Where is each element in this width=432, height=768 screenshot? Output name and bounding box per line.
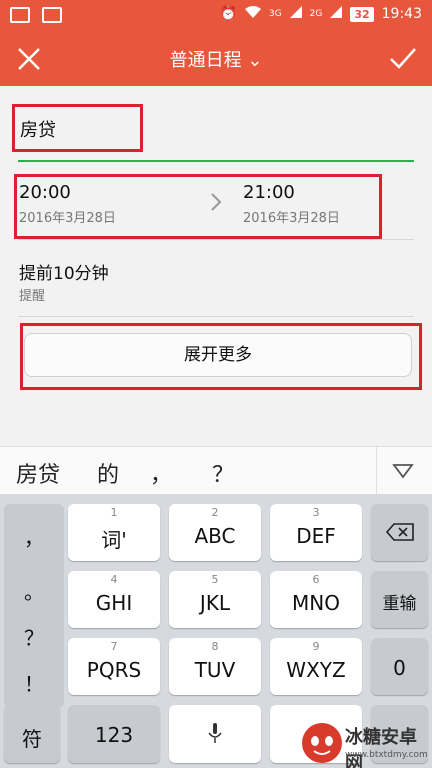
key-number: 8 [211, 640, 219, 653]
zero-key[interactable]: 0 [371, 638, 428, 695]
key-label: TUV [194, 658, 236, 682]
subject-highlight-box [12, 104, 143, 152]
alarm-icon: ⏰ [219, 6, 237, 22]
key-4[interactable]: 4 GHI [68, 571, 160, 628]
signal-icon-1 [289, 6, 302, 22]
key-2[interactable]: 2 ABC [169, 504, 261, 561]
status-left [10, 7, 62, 23]
key-number: 5 [211, 573, 219, 586]
key-1[interactable]: 1 词' [68, 504, 160, 561]
reenter-key[interactable]: 重输 [371, 571, 428, 628]
punct-exclaim[interactable]: ！ [4, 668, 64, 697]
candidate-divider [376, 447, 377, 495]
divider [18, 239, 414, 240]
key-number: 7 [110, 640, 118, 653]
key-number: 4 [110, 573, 118, 586]
status-bar: ⏰ 3G 2G 32 19:43 [0, 0, 432, 32]
punct-question[interactable]: ？ [4, 622, 64, 651]
image-status-icon [42, 7, 62, 23]
key-label: ABC [194, 524, 236, 548]
key-label: PQRS [86, 658, 142, 682]
key-label: MNO [292, 591, 340, 615]
key-label: 符 [22, 727, 42, 751]
candidate-word[interactable]: ， [150, 457, 172, 489]
network-3g: 3G [268, 9, 282, 19]
clock: 19:43 [381, 6, 422, 22]
key-number: 2 [211, 506, 219, 519]
key-label: 0 [393, 656, 406, 680]
network-2g: 2G [309, 9, 323, 19]
key-label: 重输 [382, 594, 417, 614]
key-label: 词' [101, 528, 127, 552]
event-type-selector[interactable]: 普通日程 ⌄ [0, 46, 432, 72]
key-label: GHI [95, 591, 133, 615]
key-label: JKL [199, 591, 231, 615]
keyboard-status-icon [10, 7, 30, 23]
key-number: 3 [312, 506, 320, 519]
key-5[interactable]: 5 JKL [169, 571, 261, 628]
status-right: ⏰ 3G 2G 32 19:43 [219, 6, 422, 22]
key-number: 6 [312, 573, 320, 586]
confirm-check-icon[interactable] [388, 44, 418, 74]
candidate-word[interactable]: ？ [212, 457, 234, 489]
event-form: 房贷 20:00 2016年3月28日 21:00 2016年3月28日 提前1… [0, 86, 432, 446]
symbol-key[interactable]: 符 [4, 705, 60, 763]
wifi-icon [244, 6, 261, 22]
watermark-name: 冰糖安卓网 [345, 727, 417, 768]
key-6[interactable]: 6 MNO [270, 571, 362, 628]
collapse-triangle-icon[interactable] [392, 463, 414, 479]
expand-highlight-box [20, 323, 422, 390]
reminder-label: 提醒 [19, 289, 46, 304]
backspace-key[interactable] [371, 504, 428, 561]
key-3[interactable]: 3 DEF [270, 504, 362, 561]
subject-underline [18, 160, 414, 162]
watermark-url: www.btxtdmy.com [345, 750, 428, 760]
punct-period[interactable]: 。 [4, 576, 64, 605]
divider [18, 316, 414, 317]
key-label: WXYZ [286, 658, 346, 682]
battery-level: 32 [350, 6, 374, 22]
punctuation-column[interactable]: ， 。 ？ ！ [4, 504, 64, 708]
microphone-icon [207, 721, 223, 743]
candidate-word[interactable]: 的 [97, 457, 119, 489]
key-number: 1 [110, 506, 118, 519]
key-label: 123 [94, 723, 134, 747]
time-highlight-box [14, 174, 382, 239]
title-bar: 普通日程 ⌄ [0, 32, 432, 86]
backspace-icon [385, 522, 415, 546]
punct-comma[interactable]: ， [4, 522, 64, 551]
numbers-key[interactable]: 123 [68, 705, 160, 763]
key-7[interactable]: 7 PQRS [68, 638, 160, 695]
voice-key[interactable] [169, 705, 261, 763]
key-8[interactable]: 8 TUV [169, 638, 261, 695]
candidate-word[interactable]: 房贷 [16, 457, 60, 489]
key-label: DEF [296, 524, 336, 548]
key-9[interactable]: 9 WXYZ [270, 638, 362, 695]
ime-candidate-bar: 房贷 的 ， ？ [0, 446, 432, 495]
signal-icon-2 [330, 6, 343, 22]
key-number: 9 [312, 640, 320, 653]
reminder-value[interactable]: 提前10分钟 [19, 259, 109, 284]
